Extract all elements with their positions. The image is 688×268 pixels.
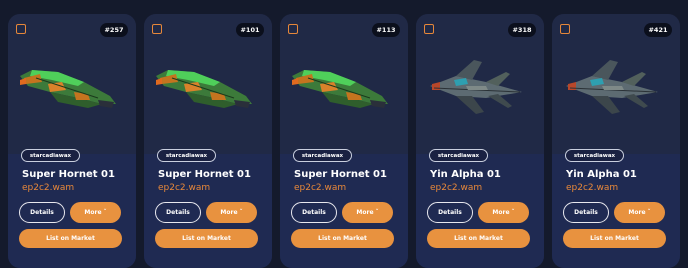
select-checkbox[interactable]	[152, 24, 162, 34]
asset-id-badge: #101	[236, 23, 264, 37]
details-button[interactable]: Details	[155, 202, 201, 223]
owner-account[interactable]: ep2c2.wam	[566, 183, 618, 193]
collection-tag[interactable]: starcadiawax	[293, 149, 352, 162]
collection-tag[interactable]: starcadiawax	[157, 149, 216, 162]
nft-card-grid: #257 starcadiawax Super Hornet 01 ep2c2.…	[8, 14, 680, 268]
asset-id-badge: #318	[508, 23, 536, 37]
nft-card[interactable]: #101 starcadiawax Super Hornet 01 ep2c2.…	[144, 14, 272, 268]
grey-alpha-ship-icon	[566, 60, 658, 114]
grey-alpha-ship-icon	[430, 60, 522, 114]
owner-account[interactable]: ep2c2.wam	[294, 183, 346, 193]
select-checkbox[interactable]	[16, 24, 26, 34]
list-on-market-button[interactable]: List on Market	[291, 229, 394, 248]
list-on-market-button[interactable]: List on Market	[563, 229, 666, 248]
more-dropdown-button[interactable]: More ˇ	[478, 202, 529, 223]
more-dropdown-button[interactable]: More ˇ	[614, 202, 665, 223]
collection-tag[interactable]: starcadiawax	[21, 149, 80, 162]
green-hornet-ship-icon	[20, 70, 116, 108]
select-checkbox[interactable]	[424, 24, 434, 34]
details-button[interactable]: Details	[291, 202, 337, 223]
green-hornet-ship-icon	[156, 70, 252, 108]
nft-name: Yin Alpha 01	[430, 169, 501, 180]
details-button[interactable]: Details	[427, 202, 473, 223]
nft-name: Super Hornet 01	[22, 169, 115, 180]
nft-name: Yin Alpha 01	[566, 169, 637, 180]
nft-card[interactable]: #318 starcadiawax Yin Alpha 01 ep2c2.wam…	[416, 14, 544, 268]
more-dropdown-button[interactable]: More ˇ	[70, 202, 121, 223]
green-hornet-ship-icon	[292, 70, 388, 108]
asset-id-badge: #113	[372, 23, 400, 37]
nft-card[interactable]: #421 starcadiawax Yin Alpha 01 ep2c2.wam…	[552, 14, 680, 268]
asset-id-badge: #421	[644, 23, 672, 37]
asset-id-badge: #257	[100, 23, 128, 37]
select-checkbox[interactable]	[288, 24, 298, 34]
owner-account[interactable]: ep2c2.wam	[22, 183, 74, 193]
list-on-market-button[interactable]: List on Market	[19, 229, 122, 248]
list-on-market-button[interactable]: List on Market	[155, 229, 258, 248]
details-button[interactable]: Details	[563, 202, 609, 223]
nft-card[interactable]: #257 starcadiawax Super Hornet 01 ep2c2.…	[8, 14, 136, 268]
nft-name: Super Hornet 01	[294, 169, 387, 180]
more-dropdown-button[interactable]: More ˇ	[206, 202, 257, 223]
owner-account[interactable]: ep2c2.wam	[430, 183, 482, 193]
list-on-market-button[interactable]: List on Market	[427, 229, 530, 248]
nft-card[interactable]: #113 starcadiawax Super Hornet 01 ep2c2.…	[280, 14, 408, 268]
collection-tag[interactable]: starcadiawax	[429, 149, 488, 162]
details-button[interactable]: Details	[19, 202, 65, 223]
more-dropdown-button[interactable]: More ˇ	[342, 202, 393, 223]
owner-account[interactable]: ep2c2.wam	[158, 183, 210, 193]
select-checkbox[interactable]	[560, 24, 570, 34]
collection-tag[interactable]: starcadiawax	[565, 149, 624, 162]
nft-name: Super Hornet 01	[158, 169, 251, 180]
